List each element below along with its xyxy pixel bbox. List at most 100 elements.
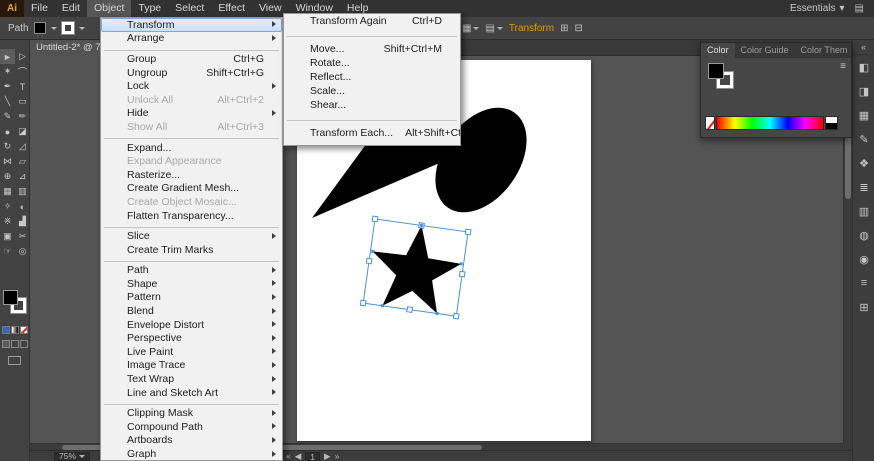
selection-tool[interactable]: ► <box>0 49 15 64</box>
align-objects-icon[interactable]: ⊞ <box>560 23 568 34</box>
symbol-sprayer-tool[interactable]: ※ <box>0 214 15 229</box>
panel-tab-color[interactable]: Color <box>701 43 735 58</box>
panel-icon-artboards[interactable]: ⊞ <box>853 295 874 319</box>
distribute-objects-icon[interactable]: ⊟ <box>575 23 583 34</box>
panel-icon-stroke[interactable]: ≣ <box>853 175 874 199</box>
menu-item-slice[interactable]: Slice <box>101 229 282 243</box>
menu-item-group[interactable]: Group Ctrl+G <box>101 52 282 66</box>
menubar-item-object[interactable]: Object <box>87 0 132 17</box>
zoom-tool[interactable]: ◎ <box>15 244 30 259</box>
selection-handle-w[interactable] <box>365 257 373 265</box>
line-segment-tool[interactable]: ╲ <box>0 94 15 109</box>
hand-tool[interactable]: ☞ <box>0 244 15 259</box>
menu-item-image-trace[interactable]: Image Trace <box>101 359 282 373</box>
last-artboard-button[interactable]: » <box>335 452 340 461</box>
eraser-tool[interactable]: ◪ <box>15 124 30 139</box>
anchor-point[interactable] <box>380 304 385 308</box>
shape-properties-dropdown[interactable]: ▦ <box>462 23 480 34</box>
menu-item-rasterize[interactable]: Rasterize... <box>101 168 282 182</box>
color-button[interactable] <box>2 326 10 334</box>
gradient-tool[interactable]: ▥ <box>15 184 30 199</box>
transform-panel-link[interactable]: Transform <box>509 23 554 34</box>
menu-item-transform-again[interactable]: Transform Again Ctrl+D <box>284 14 460 28</box>
panel-icon-brushes[interactable]: ✎ <box>853 127 874 151</box>
perspective-grid-tool[interactable]: ⊿ <box>15 169 30 184</box>
menu-item-transform-each[interactable]: Transform Each... Alt+Shift+Ctrl+D <box>284 126 460 140</box>
menu-item-pattern[interactable]: Pattern <box>101 291 282 305</box>
menu-item-lock[interactable]: Lock <box>101 79 282 93</box>
previous-artboard-button[interactable]: ◀ <box>295 452 302 461</box>
pencil-tool[interactable]: ✏ <box>15 109 30 124</box>
paintbrush-tool[interactable]: ✎ <box>0 109 15 124</box>
selection-handle-ne[interactable] <box>464 228 472 236</box>
selection-handle-e[interactable] <box>458 270 466 278</box>
menubar-item-type[interactable]: Type <box>131 0 168 17</box>
menubar-item-select[interactable]: Select <box>168 0 211 17</box>
panel-icon-color-guide[interactable]: ◨ <box>853 79 874 103</box>
selection-handle-sw[interactable] <box>359 299 367 307</box>
type-tool[interactable]: T <box>15 79 30 94</box>
lasso-tool[interactable]: ⌒ <box>15 64 30 79</box>
menu-item-graph[interactable]: Graph <box>101 447 282 460</box>
rectangle-tool[interactable]: ▭ <box>15 94 30 109</box>
menu-item-create-object-mosaic[interactable]: Create Object Mosaic... <box>101 195 282 209</box>
draw-normal-mode-button[interactable] <box>2 340 10 348</box>
menubar-item-effect[interactable]: Effect <box>211 0 252 17</box>
menu-item-live-paint[interactable]: Live Paint <box>101 345 282 359</box>
magic-wand-tool[interactable]: ✶ <box>0 64 15 79</box>
scale-tool[interactable]: ◿ <box>15 139 30 154</box>
anchor-point[interactable] <box>435 311 439 316</box>
menu-item-transform[interactable]: Transform <box>101 18 282 32</box>
anchor-point[interactable] <box>459 262 463 266</box>
first-artboard-button[interactable]: « <box>286 452 291 461</box>
panel-icon-gradient[interactable]: ▥ <box>853 199 874 223</box>
menu-item-create-gradient-mesh[interactable]: Create Gradient Mesh... <box>101 182 282 196</box>
menu-item-clipping-mask[interactable]: Clipping Mask <box>101 406 282 420</box>
panel-menu-icon[interactable]: ≡ <box>840 61 846 72</box>
star-shape[interactable] <box>365 219 465 316</box>
menubar-item-edit[interactable]: Edit <box>55 0 87 17</box>
menu-item-envelope-distort[interactable]: Envelope Distort <box>101 318 282 332</box>
shape-builder-tool[interactable]: ⊕ <box>0 169 15 184</box>
menu-item-hide[interactable]: Hide <box>101 107 282 121</box>
menu-item-scale[interactable]: Scale... <box>284 84 460 98</box>
menu-item-line-and-sketch-art[interactable]: Line and Sketch Art <box>101 386 282 400</box>
menu-item-flatten-transparency[interactable]: Flatten Transparency... <box>101 209 282 223</box>
menu-item-move[interactable]: Move... Shift+Ctrl+M <box>284 42 460 56</box>
free-transform-tool[interactable]: ▱ <box>15 154 30 169</box>
zoom-level-dropdown[interactable]: 75% <box>54 452 91 461</box>
screen-mode-button[interactable] <box>8 356 21 365</box>
menu-item-arrange[interactable]: Arrange <box>101 32 282 46</box>
artboard-number-field[interactable]: 1 <box>305 452 321 461</box>
panel-icon-color[interactable]: ◧ <box>853 55 874 79</box>
menu-item-rotate[interactable]: Rotate... <box>284 56 460 70</box>
menu-item-shear[interactable]: Shear... <box>284 98 460 112</box>
stroke-dropdown-icon[interactable] <box>78 26 85 30</box>
selection-handle-nw[interactable] <box>371 215 379 223</box>
menu-item-perspective[interactable]: Perspective <box>101 331 282 345</box>
none-color-swatch[interactable] <box>705 116 715 130</box>
menu-item-text-wrap[interactable]: Text Wrap <box>101 372 282 386</box>
panel-icon-symbols[interactable]: ❖ <box>853 151 874 175</box>
pen-tool[interactable]: ✒ <box>0 79 15 94</box>
selection-handle-s[interactable] <box>406 306 414 314</box>
menu-item-path[interactable]: Path <box>101 264 282 278</box>
menu-item-show-all[interactable]: Show All Alt+Ctrl+3 <box>101 120 282 134</box>
menu-item-create-trim-marks[interactable]: Create Trim Marks <box>101 243 282 257</box>
menu-item-reflect[interactable]: Reflect... <box>284 70 460 84</box>
app-bar-menu-icon[interactable]: ▤ <box>855 3 864 14</box>
artboard-tool[interactable]: ▣ <box>0 229 15 244</box>
width-tool[interactable]: ⋈ <box>0 154 15 169</box>
anchor-point[interactable] <box>419 223 424 228</box>
menu-item-unlock-all[interactable]: Unlock All Alt+Ctrl+2 <box>101 93 282 107</box>
collapse-dock-button[interactable]: « <box>853 40 874 55</box>
panel-icon-appearance[interactable]: ◉ <box>853 247 874 271</box>
panel-icon-swatches[interactable]: ▦ <box>853 103 874 127</box>
eyedropper-tool[interactable]: ✧ <box>0 199 15 214</box>
next-artboard-button[interactable]: ▶ <box>324 452 331 461</box>
menu-item-artboards[interactable]: Artboards <box>101 434 282 448</box>
color-spectrum-ramp[interactable] <box>716 116 824 130</box>
appearance-dropdown[interactable]: ▤ <box>485 23 503 34</box>
slice-tool[interactable]: ✂ <box>15 229 30 244</box>
menu-item-ungroup[interactable]: Ungroup Shift+Ctrl+G <box>101 66 282 80</box>
